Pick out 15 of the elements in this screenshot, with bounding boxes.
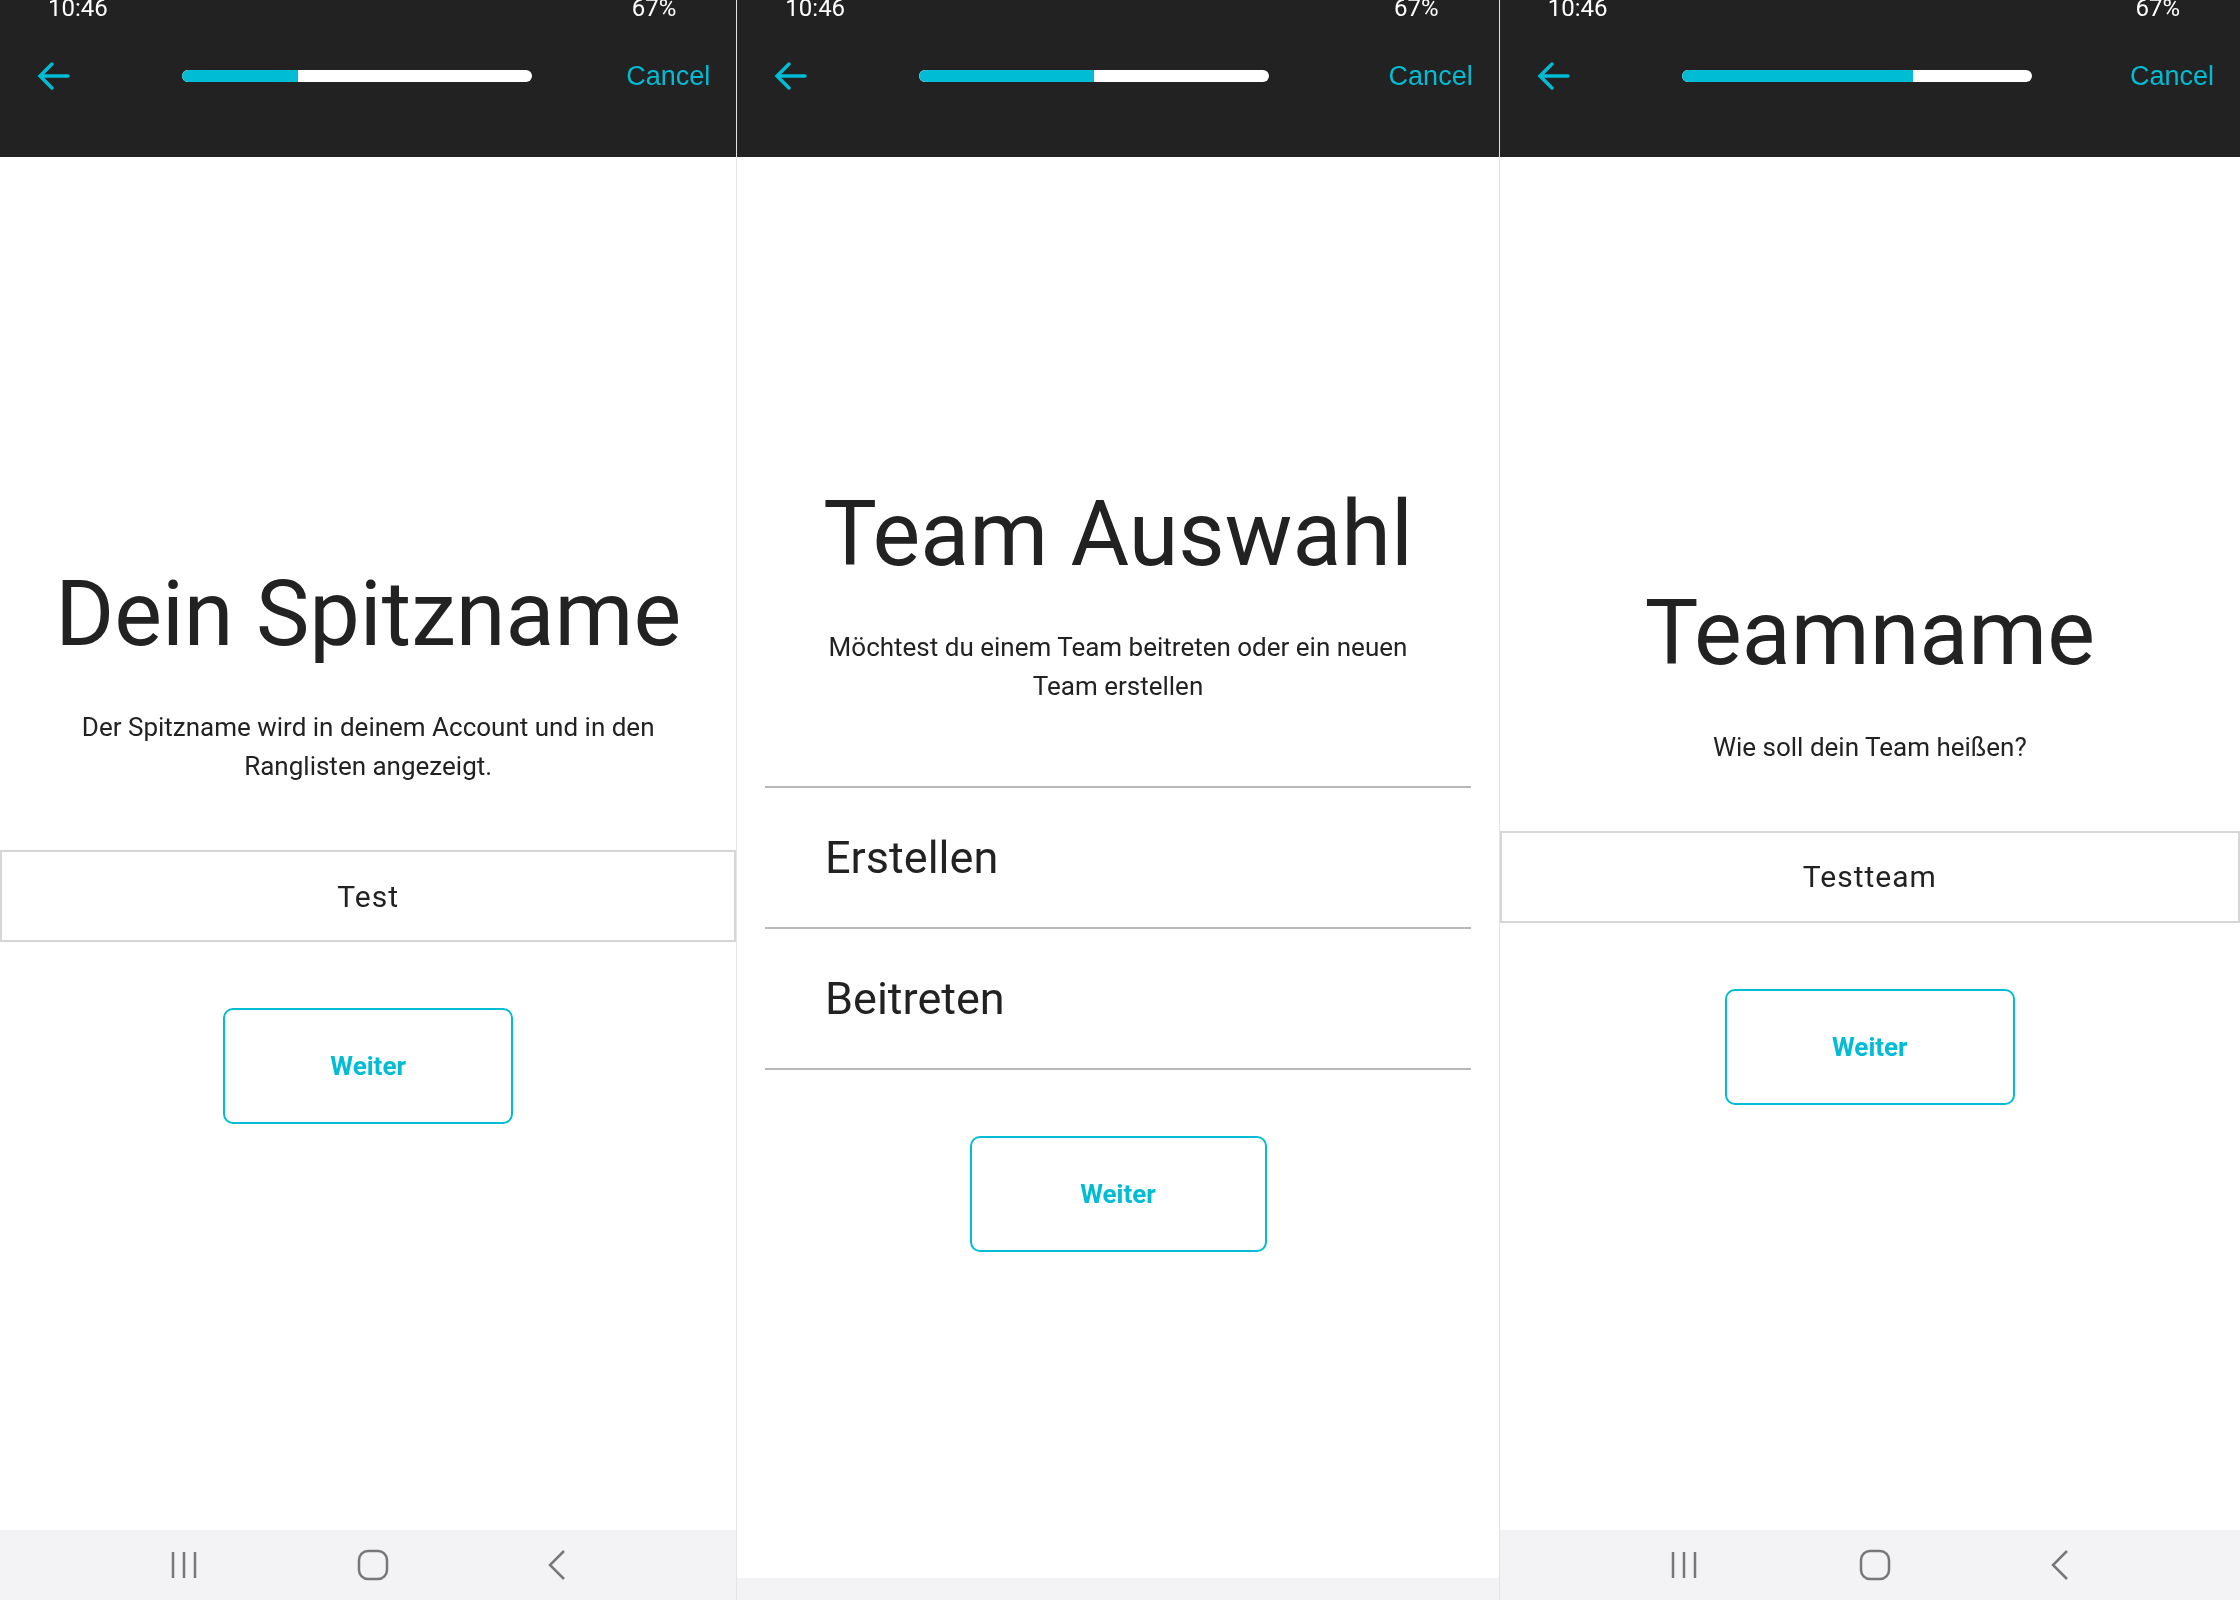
home-icon[interactable] [1858, 1549, 1891, 1581]
screen-title: Team Auswahl [823, 482, 1413, 587]
input-field[interactable]: Test [0, 850, 737, 943]
screen-title: Teamname [1644, 582, 2095, 686]
cancel-button[interactable]: Cancel [622, 56, 715, 96]
description-text: Möchtest du einem Team beitreten oder ein neuen Team erstellen [827, 631, 1409, 704]
input-field[interactable]: Testteam [1499, 830, 2240, 923]
screen-title: Dein Spitzname [55, 562, 682, 667]
cancel-button[interactable]: Cancel [1384, 56, 1477, 96]
back-icon[interactable] [547, 1549, 568, 1581]
home-icon[interactable] [357, 1549, 390, 1581]
description-text: Der Spitzname wird in deinem Account und in den Ranglisten angezeigt. [80, 711, 656, 784]
description-text: Wie soll dein Team heißen? [1712, 730, 2027, 764]
back-icon[interactable] [2050, 1549, 2071, 1581]
cancel-button[interactable]: Cancel [2125, 56, 2218, 96]
